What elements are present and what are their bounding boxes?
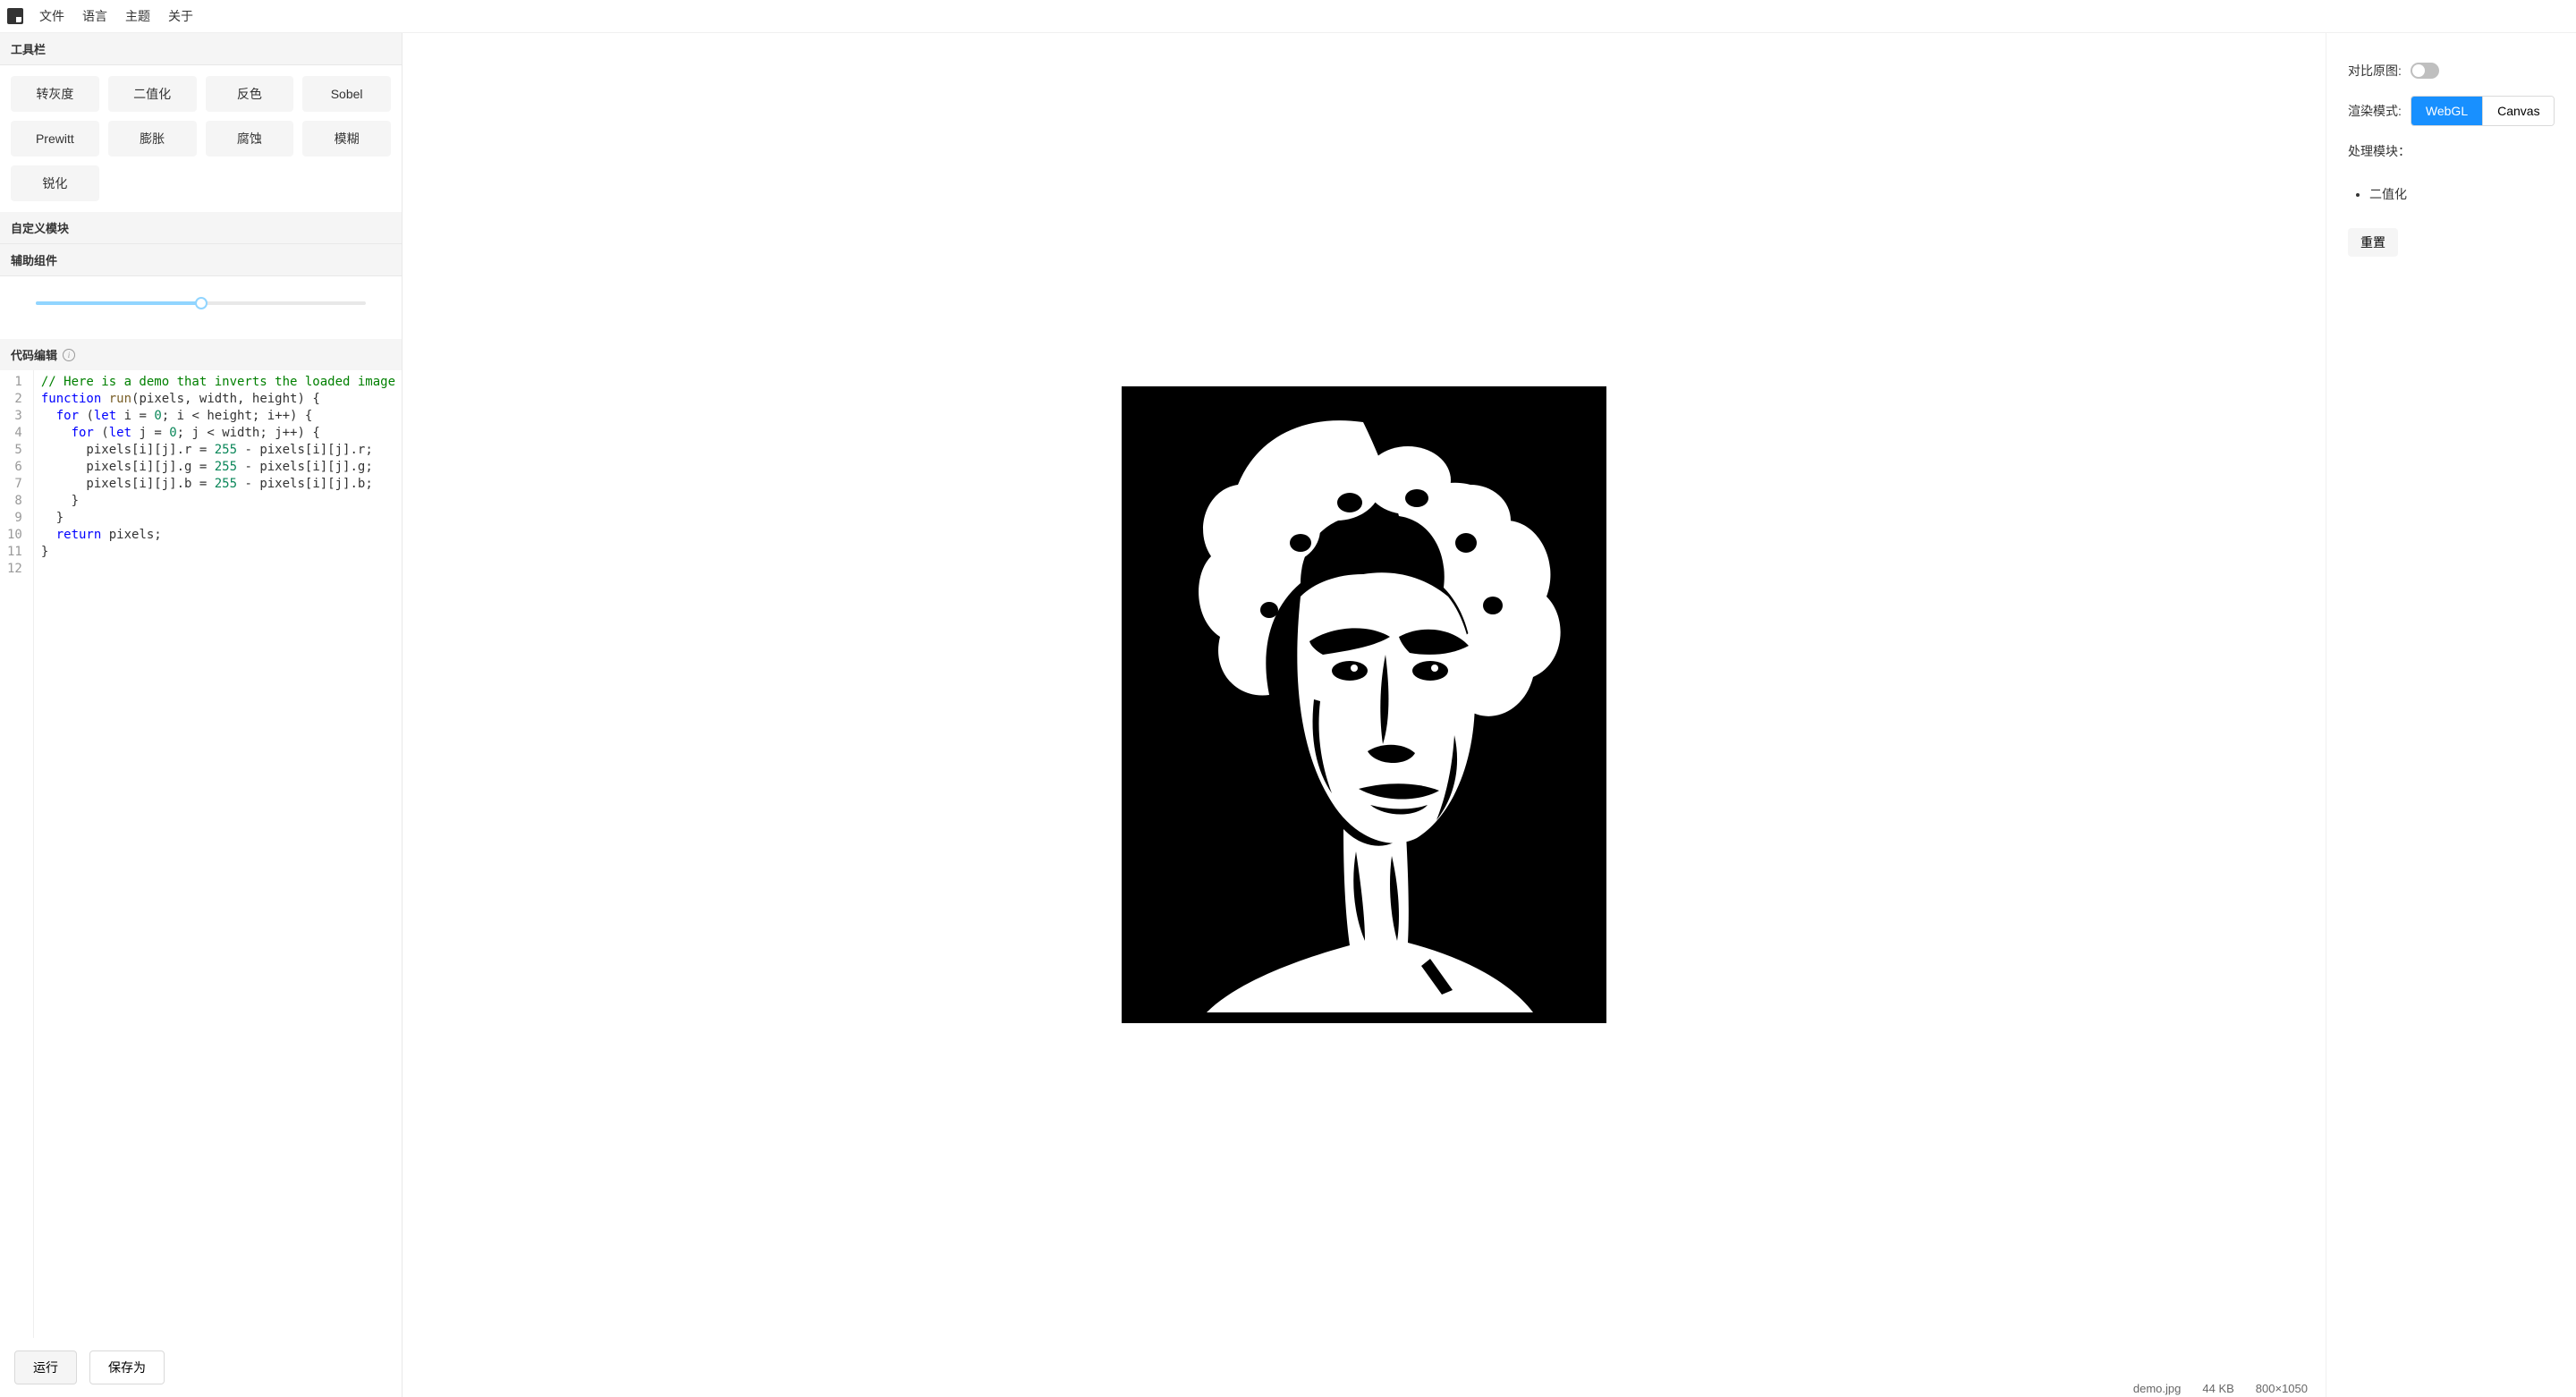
- compare-toggle[interactable]: [2411, 63, 2439, 79]
- modules-label: 处理模块：: [2348, 142, 2411, 160]
- custom-module-header: 自定义模块: [0, 212, 402, 244]
- menu-language[interactable]: 语言: [80, 4, 109, 29]
- right-panel: 对比原图: 渲染模式: WebGL Canvas 处理模块： 二值化 重置: [2326, 33, 2576, 1397]
- menu-file[interactable]: 文件: [38, 4, 66, 29]
- toolbox-grid: 转灰度 二值化 反色 Sobel Prewitt 膨胀 腐蚀 模糊 锐化: [0, 65, 402, 212]
- status-dimensions: 800×1050: [2256, 1382, 2308, 1395]
- render-mode-control: 渲染模式: WebGL Canvas: [2348, 96, 2555, 126]
- status-filename: demo.jpg: [2133, 1382, 2181, 1395]
- compare-control: 对比原图:: [2348, 62, 2555, 80]
- canvas-area: demo.jpg 44 KB 800×1050: [402, 33, 2326, 1397]
- tool-invert[interactable]: 反色: [206, 76, 294, 112]
- render-mode-webgl[interactable]: WebGL: [2411, 97, 2482, 125]
- render-mode-label: 渲染模式:: [2348, 102, 2402, 120]
- module-list: 二值化: [2348, 182, 2555, 207]
- module-item: 二值化: [2369, 182, 2555, 207]
- tool-threshold[interactable]: 二值化: [108, 76, 197, 112]
- tool-sharpen[interactable]: 锐化: [11, 165, 99, 201]
- modules-header-row: 处理模块：: [2348, 142, 2555, 160]
- code-gutter: 123456789101112: [0, 370, 34, 1338]
- status-bar: demo.jpg 44 KB 800×1050: [402, 1376, 2326, 1397]
- app-logo-icon: [7, 8, 23, 24]
- code-editor-header: 代码编辑 i: [0, 339, 402, 370]
- compare-label: 对比原图:: [2348, 62, 2402, 80]
- render-mode-group: WebGL Canvas: [2411, 96, 2555, 126]
- menu-theme[interactable]: 主题: [123, 4, 152, 29]
- left-panel: 工具栏 转灰度 二值化 反色 Sobel Prewitt 膨胀 腐蚀 模糊 锐化…: [0, 33, 402, 1397]
- tool-erode[interactable]: 腐蚀: [206, 121, 294, 157]
- toolbox-header: 工具栏: [0, 33, 402, 65]
- status-filesize: 44 KB: [2202, 1382, 2233, 1395]
- save-as-button[interactable]: 保存为: [89, 1350, 165, 1384]
- run-button[interactable]: 运行: [14, 1350, 77, 1384]
- menubar: 文件 语言 主题 关于: [0, 0, 2576, 33]
- slider[interactable]: [36, 294, 366, 312]
- tool-dilate[interactable]: 膨胀: [108, 121, 197, 157]
- aux-widgets: [0, 276, 402, 339]
- reset-button[interactable]: 重置: [2348, 228, 2398, 257]
- menu-about[interactable]: 关于: [166, 4, 195, 29]
- render-mode-canvas[interactable]: Canvas: [2482, 97, 2554, 125]
- aux-widgets-header: 辅助组件: [0, 244, 402, 276]
- tool-blur[interactable]: 模糊: [302, 121, 391, 157]
- info-icon[interactable]: i: [63, 349, 75, 361]
- preview-image: [1122, 386, 1606, 1023]
- slider-thumb[interactable]: [195, 297, 208, 309]
- action-row: 运行 保存为: [0, 1338, 402, 1397]
- tool-grayscale[interactable]: 转灰度: [11, 76, 99, 112]
- code-content[interactable]: // Here is a demo that inverts the loade…: [34, 370, 402, 1338]
- code-editor[interactable]: 123456789101112 // Here is a demo that i…: [0, 370, 402, 1338]
- toggle-knob: [2412, 64, 2425, 77]
- code-editor-title: 代码编辑: [11, 346, 57, 363]
- tool-prewitt[interactable]: Prewitt: [11, 121, 99, 157]
- canvas-viewport[interactable]: [402, 33, 2326, 1376]
- tool-sobel[interactable]: Sobel: [302, 76, 391, 112]
